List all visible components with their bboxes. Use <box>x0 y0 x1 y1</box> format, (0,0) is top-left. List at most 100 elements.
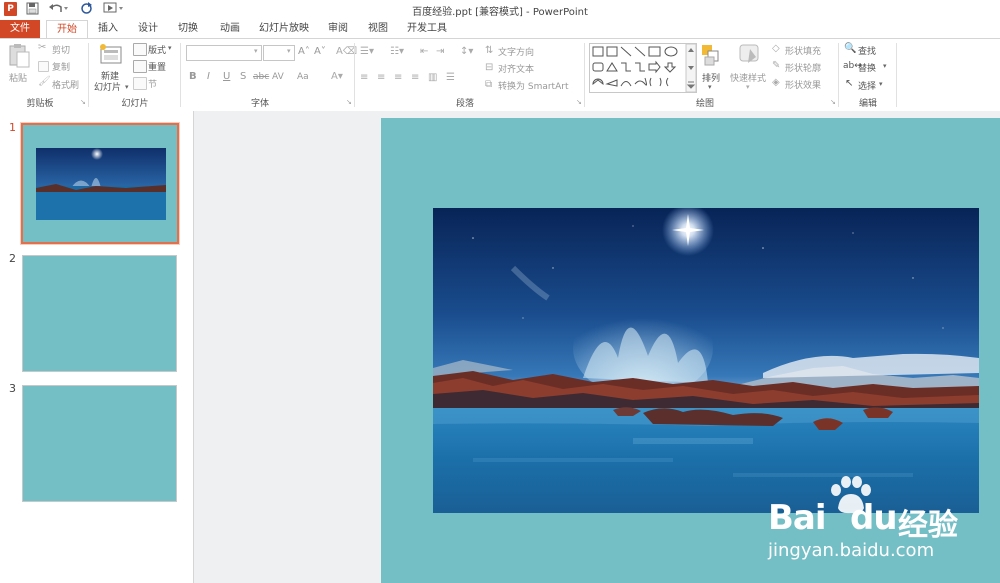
cut-icon[interactable]: ✂ <box>38 42 46 53</box>
font-color-icon[interactable]: A▾ <box>331 71 343 82</box>
text-direction-button[interactable]: 文字方向 <box>498 45 534 58</box>
tab-home[interactable]: 开始 <box>46 20 88 39</box>
character-spacing-button[interactable]: AV <box>272 72 284 82</box>
watermark-brand-du: du <box>850 498 898 538</box>
tab-file[interactable]: 文件 <box>0 20 40 38</box>
layout-icon[interactable] <box>133 43 147 56</box>
increase-indent-icon[interactable]: ⇥ <box>436 46 444 57</box>
font-group-label: 字体 <box>250 99 269 109</box>
watermark-brand-cn: 经验 <box>898 508 958 543</box>
slide-thumbnail[interactable] <box>22 255 177 372</box>
line-spacing-icon[interactable]: ↕▾ <box>460 46 473 57</box>
tab-review[interactable]: 审阅 <box>320 20 356 38</box>
separator <box>354 43 355 107</box>
new-slide-dropdown-icon[interactable]: ▾ <box>125 83 129 91</box>
watermark-brand-bai: Bai <box>768 498 827 538</box>
paragraph-launcher-icon[interactable]: ↘ <box>576 98 582 106</box>
arrange-icon[interactable] <box>700 43 722 67</box>
font-launcher-icon[interactable]: ↘ <box>346 98 352 106</box>
align-text-button[interactable]: 对齐文本 <box>498 62 534 75</box>
section-button[interactable]: 节 <box>148 77 157 90</box>
grow-font-icon[interactable]: A˄ <box>298 46 310 57</box>
strikethrough-button[interactable]: abc <box>253 72 269 82</box>
layout-button[interactable]: 版式 <box>148 43 166 56</box>
shapes-gallery[interactable] <box>589 43 697 93</box>
text-direction-icon[interactable]: ⇅ <box>485 45 493 56</box>
shape-effects-button[interactable]: 形状效果 <box>785 78 821 91</box>
drawing-group-label: 绘图 <box>695 99 714 109</box>
bullets-icon[interactable]: ☰▾ <box>360 46 374 57</box>
replace-dropdown-icon[interactable]: ▾ <box>883 62 887 70</box>
align-center-icon[interactable]: ≡ <box>377 72 385 83</box>
new-slide-label-2[interactable]: 幻灯片 <box>94 80 121 93</box>
columns-icon[interactable]: ▥ <box>428 72 437 83</box>
tab-design[interactable]: 设计 <box>130 20 166 38</box>
font-name-combo[interactable] <box>186 45 262 61</box>
arrange-dropdown-icon[interactable]: ▾ <box>708 83 712 91</box>
paste-icon[interactable] <box>7 43 31 69</box>
paragraph-group-label: 段落 <box>455 99 474 109</box>
section-icon[interactable] <box>133 77 147 90</box>
copy-icon[interactable] <box>38 61 49 72</box>
tab-transitions[interactable]: 切换 <box>170 20 206 38</box>
reset-button[interactable]: 重置 <box>148 60 166 73</box>
ribbon: 粘贴 ✂ 剪切 复制 🖌 格式刷 剪贴板 ↘ 新建 幻灯片 ▾ 版式 ▾ 重置 … <box>0 38 1000 112</box>
align-text-icon[interactable]: ⊟ <box>485 62 493 73</box>
format-painter-button[interactable]: 格式刷 <box>52 78 79 91</box>
title-bar: P 百度经验.ppt [兼容模式] - PowerPoint <box>0 0 1000 20</box>
shape-fill-icon[interactable]: ◇ <box>772 43 780 54</box>
separator <box>584 43 585 107</box>
distributed-icon[interactable]: ☰ <box>446 72 455 83</box>
cut-button[interactable]: 剪切 <box>52 43 70 56</box>
align-left-icon[interactable]: ≡ <box>360 72 368 83</box>
bold-button[interactable]: B <box>189 71 197 82</box>
align-right-icon[interactable]: ≡ <box>394 72 402 83</box>
change-case-button[interactable]: Aa <box>297 72 309 82</box>
italic-button[interactable]: I <box>207 71 210 82</box>
shape-outline-button[interactable]: 形状轮廓 <box>785 61 821 74</box>
separator <box>180 43 181 107</box>
underline-button[interactable]: U <box>223 71 230 82</box>
decrease-indent-icon[interactable]: ⇤ <box>420 46 428 57</box>
slide-number: 3 <box>9 382 16 395</box>
font-name-dropdown-icon[interactable]: ▾ <box>254 47 258 55</box>
thumbnail-photo <box>36 148 166 220</box>
shadow-button[interactable]: S <box>240 71 246 82</box>
convert-smartart-button[interactable]: 转换为 SmartArt <box>498 79 568 92</box>
justify-icon[interactable]: ≡ <box>411 72 419 83</box>
tab-view[interactable]: 视图 <box>360 20 396 38</box>
tab-animations[interactable]: 动画 <box>212 20 248 38</box>
layout-dropdown-icon[interactable]: ▾ <box>168 44 172 52</box>
slide-photo[interactable] <box>433 208 979 513</box>
slide-thumbnail[interactable] <box>22 385 177 502</box>
slides-group-label: 幻灯片 <box>121 99 149 109</box>
select-dropdown-icon[interactable]: ▾ <box>879 80 883 88</box>
tab-slideshow[interactable]: 幻灯片放映 <box>254 20 314 38</box>
quick-styles-dropdown-icon[interactable]: ▾ <box>746 83 750 91</box>
slide-number: 1 <box>9 121 16 134</box>
select-icon[interactable]: ↖ <box>845 78 853 89</box>
smartart-icon[interactable]: ⧉ <box>485 79 492 90</box>
tab-insert[interactable]: 插入 <box>90 20 126 38</box>
paste-label[interactable]: 粘贴 <box>9 71 27 84</box>
replace-button[interactable]: 替换 <box>858 61 876 74</box>
find-button[interactable]: 查找 <box>858 44 876 57</box>
shape-outline-icon[interactable]: ✎ <box>772 60 780 71</box>
reset-icon[interactable] <box>133 60 147 73</box>
numbering-icon[interactable]: ☷▾ <box>390 46 404 57</box>
tab-developer[interactable]: 开发工具 <box>402 20 452 38</box>
shape-fill-button[interactable]: 形状填充 <box>785 44 821 57</box>
font-size-dropdown-icon[interactable]: ▾ <box>287 47 291 55</box>
select-button[interactable]: 选择 <box>858 79 876 92</box>
shrink-font-icon[interactable]: A˅ <box>314 46 326 57</box>
shape-effects-icon[interactable]: ◈ <box>772 77 780 88</box>
find-icon[interactable]: 🔍 <box>844 43 856 54</box>
drawing-launcher-icon[interactable]: ↘ <box>830 98 836 106</box>
clipboard-launcher-icon[interactable]: ↘ <box>80 98 86 106</box>
format-painter-icon[interactable]: 🖌 <box>38 76 51 87</box>
slide-thumbnail[interactable] <box>20 122 180 245</box>
new-slide-icon[interactable] <box>99 43 123 67</box>
watermark-url: jingyan.baidu.com <box>768 540 935 561</box>
copy-button[interactable]: 复制 <box>52 60 70 73</box>
quick-styles-icon[interactable] <box>738 43 760 67</box>
